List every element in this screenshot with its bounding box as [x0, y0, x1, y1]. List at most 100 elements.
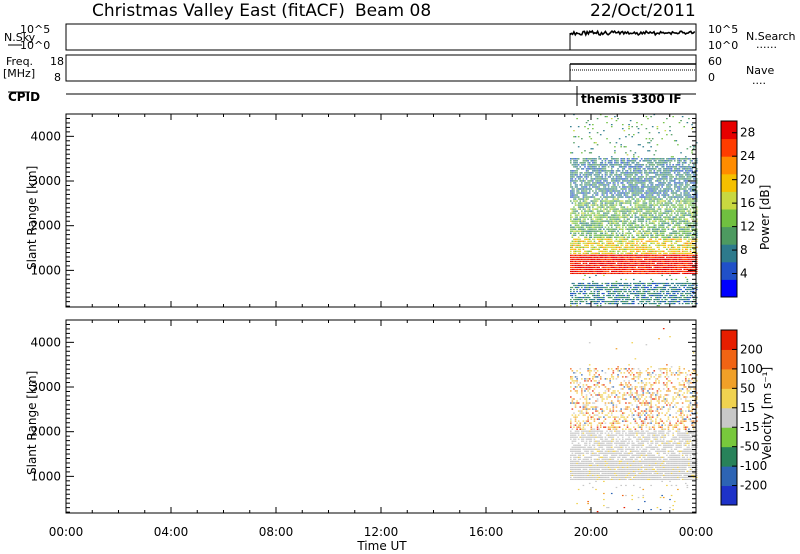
power-cell	[661, 166, 663, 168]
power-cell	[681, 170, 684, 172]
power-cell	[636, 272, 638, 275]
power-cell	[618, 294, 621, 297]
power-cell	[669, 284, 671, 287]
power-cell	[688, 256, 690, 258]
power-cell	[666, 180, 668, 182]
power-cell	[612, 222, 615, 224]
power-cell	[596, 304, 599, 307]
power-cell	[625, 246, 627, 248]
velocity-cell	[584, 446, 586, 448]
power-cell	[601, 166, 604, 168]
power-cell	[673, 198, 676, 200]
power-cell	[599, 214, 602, 216]
power-cell	[599, 240, 602, 242]
power-cell	[593, 228, 596, 230]
power-cell	[686, 182, 689, 184]
power-cell	[585, 272, 588, 275]
power-cell	[629, 270, 632, 273]
power-cell	[678, 194, 681, 196]
power-cell	[656, 242, 659, 244]
power-cell	[688, 184, 690, 186]
power-cell	[607, 296, 610, 299]
power-cell	[681, 272, 684, 275]
power-cell	[684, 160, 687, 162]
power-cell	[625, 226, 627, 228]
power-cell	[647, 292, 649, 295]
power-cell	[607, 160, 610, 162]
power-cell	[574, 256, 577, 258]
power-cell	[656, 208, 659, 210]
power-cell	[681, 246, 684, 248]
power-cell	[650, 270, 652, 273]
power-cell	[618, 196, 621, 198]
power-cell	[637, 294, 640, 297]
power-cell	[595, 272, 597, 275]
power-cell	[642, 146, 645, 148]
power-cell	[677, 160, 679, 162]
power-cell	[610, 246, 613, 248]
velocity-cell	[582, 386, 585, 388]
power-cell	[675, 262, 678, 264]
power-cell	[659, 184, 662, 186]
power-cell	[647, 142, 649, 144]
power-cell	[680, 262, 682, 264]
power-cell	[579, 282, 582, 285]
power-cell	[669, 268, 671, 271]
power-cell	[642, 242, 645, 244]
power-cell	[610, 302, 613, 305]
power-cell	[658, 168, 660, 170]
power-cell	[686, 214, 689, 216]
power-cell	[648, 226, 651, 228]
power-cell	[599, 134, 602, 136]
power-cell	[618, 266, 621, 268]
power-cell	[656, 200, 659, 202]
power-cell	[639, 236, 641, 238]
power-cell	[577, 232, 580, 234]
power-cell	[626, 162, 629, 164]
power-cell	[667, 234, 670, 236]
power-cell	[615, 190, 618, 192]
power-cell	[639, 200, 641, 202]
power-cell	[629, 208, 632, 210]
power-cell	[584, 186, 586, 188]
velocity-cell	[577, 460, 580, 462]
power-cell	[655, 258, 657, 260]
power-cell	[681, 188, 684, 190]
power-cell	[607, 262, 610, 264]
power-cell	[577, 206, 580, 208]
power-cell	[570, 262, 572, 264]
power-cell	[574, 292, 577, 295]
power-cell	[574, 224, 577, 226]
power-cell	[599, 206, 602, 208]
power-cell	[617, 194, 619, 196]
power-cell	[582, 188, 585, 190]
power-cell	[628, 186, 630, 188]
power-cell	[653, 260, 656, 262]
velocity-cell	[576, 422, 578, 424]
power-cell	[603, 208, 605, 210]
power-cell	[677, 226, 679, 228]
power-cell	[640, 260, 643, 262]
power-cell	[688, 230, 690, 232]
power-cell	[647, 272, 649, 275]
power-cell	[677, 254, 679, 256]
power-cell	[651, 226, 654, 228]
power-cell	[606, 174, 608, 176]
power-cell	[637, 226, 640, 228]
power-cell	[618, 228, 621, 230]
power-cell	[653, 256, 656, 258]
power-cell	[626, 294, 629, 297]
power-cell	[606, 116, 608, 118]
power-cell	[689, 194, 692, 196]
velocity-cell	[582, 476, 585, 479]
power-cell	[642, 264, 645, 266]
power-cell	[606, 170, 608, 172]
power-cell	[577, 230, 580, 232]
power-cell	[582, 242, 585, 244]
power-cell	[683, 246, 685, 248]
power-cell	[670, 264, 673, 266]
power-cell	[593, 226, 596, 228]
power-cell	[633, 268, 635, 271]
power-cell	[606, 184, 608, 186]
power-cell	[681, 178, 684, 180]
